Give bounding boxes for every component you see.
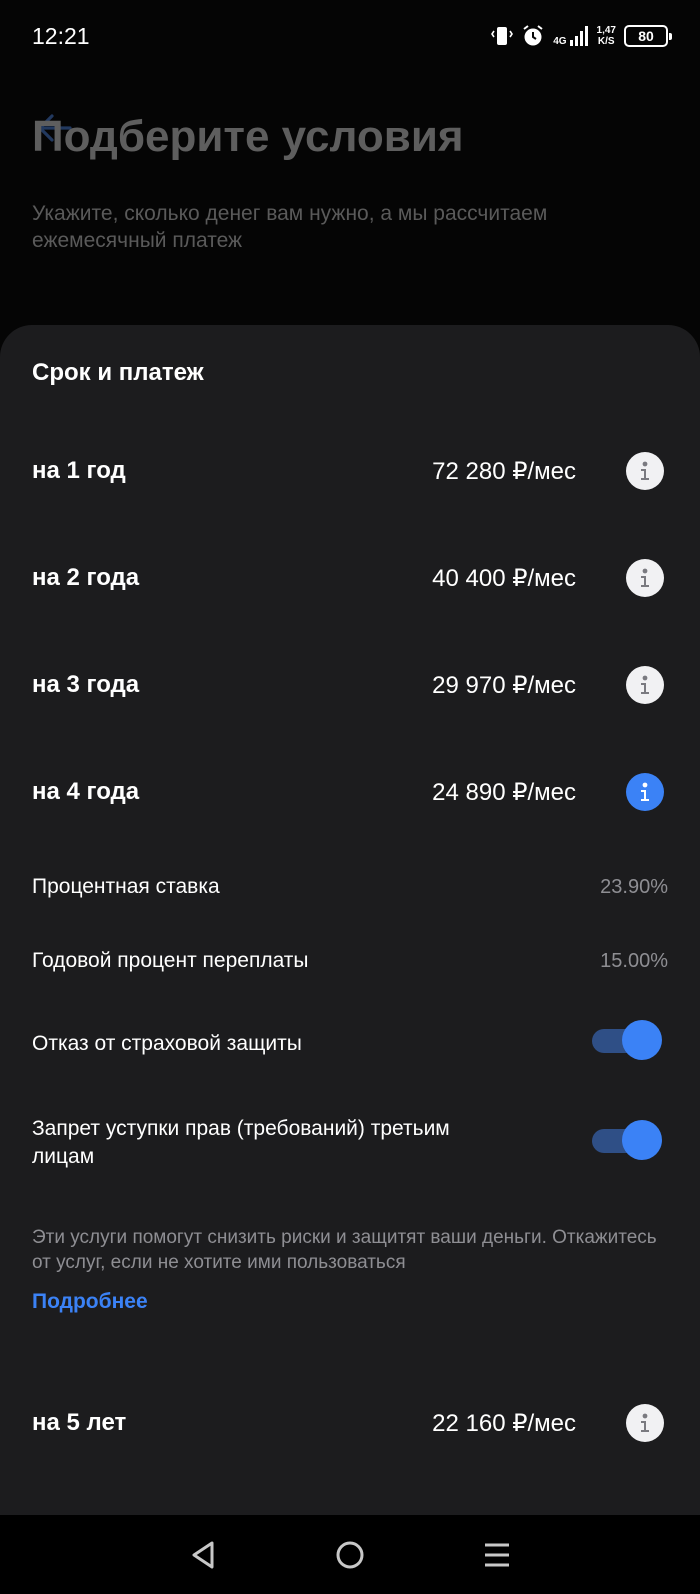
insurance-refusal-label: Отказ от страховой защиты xyxy=(32,1032,302,1055)
signal-icon xyxy=(569,26,588,46)
term-label: на 3 года xyxy=(32,671,140,698)
info-icon xyxy=(641,568,649,587)
interest-rate-row: Процентная ставка 23.90% xyxy=(32,875,668,899)
nav-menu-button[interactable] xyxy=(467,1525,527,1585)
services-note: Эти услуги помогут снизить риски и защит… xyxy=(32,1227,657,1273)
nav-home-icon xyxy=(336,1541,364,1568)
page-title: Подберите условия xyxy=(32,112,464,161)
system-nav-bar xyxy=(0,1515,700,1594)
assignment-ban-label: Запрет уступки прав (требований) третьим… xyxy=(32,1117,450,1168)
term-label: на 1 год xyxy=(32,457,126,484)
term-price: 72 280 ₽/мес xyxy=(432,457,576,485)
page-subtitle: Укажите, сколько денег вам нужно, а мы р… xyxy=(32,202,548,252)
nav-back-icon xyxy=(192,1541,214,1568)
term-price: 29 970 ₽/мес xyxy=(432,671,576,699)
vibrate-icon xyxy=(491,27,514,45)
annual-overpayment-value: 15.00% xyxy=(600,949,668,972)
toggle-knob xyxy=(622,1120,662,1160)
more-link[interactable]: Подробнее xyxy=(32,1290,148,1314)
term-label: на 5 лет xyxy=(32,1409,127,1436)
nav-menu-icon xyxy=(484,1543,509,1566)
term-option-2-years[interactable]: на 2 года 40 400 ₽/мес xyxy=(0,548,700,608)
speed-unit: K/S xyxy=(597,36,615,47)
info-button[interactable] xyxy=(626,452,664,490)
insurance-refusal-row: Отказ от страховой защиты xyxy=(32,1020,668,1065)
info-icon xyxy=(641,782,649,801)
annual-overpayment-row: Годовой процент переплаты 15.00% xyxy=(32,949,668,973)
term-option-5-years[interactable]: на 5 лет 22 160 ₽/мес xyxy=(0,1393,700,1453)
term-price: 22 160 ₽/мес xyxy=(432,1409,576,1437)
terms-sheet: Срок и платеж на 1 год 72 280 ₽/мес на 2… xyxy=(0,325,700,1515)
term-option-1-year[interactable]: на 1 год 72 280 ₽/мес xyxy=(0,441,700,501)
sheet-title: Срок и платеж xyxy=(32,359,204,386)
term-price: 24 890 ₽/мес xyxy=(432,778,576,806)
term-label: на 4 года xyxy=(32,778,140,805)
insurance-refusal-toggle[interactable] xyxy=(592,1020,662,1060)
network-type: 4G xyxy=(553,36,567,47)
annual-overpayment-label: Годовой процент переплаты xyxy=(32,949,309,972)
status-icons: 4G 1,47 K/S 80 xyxy=(491,24,672,48)
term-label: на 2 года xyxy=(32,564,140,591)
toggle-knob xyxy=(622,1020,662,1060)
info-icon xyxy=(641,461,649,480)
info-button[interactable] xyxy=(626,666,664,704)
speed-value: 1,47 xyxy=(596,25,616,36)
interest-rate-value: 23.90% xyxy=(600,875,668,898)
status-bar: 12:21 4G 1,47 K/S 80 xyxy=(0,0,700,72)
info-button[interactable] xyxy=(626,559,664,597)
term-option-3-years[interactable]: на 3 года 29 970 ₽/мес xyxy=(0,655,700,715)
nav-back-button[interactable] xyxy=(173,1525,233,1585)
info-button[interactable] xyxy=(626,1404,664,1442)
status-time: 12:21 xyxy=(32,22,90,49)
assignment-ban-row: Запрет уступки прав (требований) третьим… xyxy=(32,1115,668,1175)
term-option-4-years[interactable]: на 4 года 24 890 ₽/мес xyxy=(0,762,700,822)
network-speed: 1,47 K/S xyxy=(597,25,616,47)
nav-home-button[interactable] xyxy=(320,1525,380,1585)
interest-rate-label: Процентная ставка xyxy=(32,875,220,898)
battery-level: 80 xyxy=(638,28,654,44)
info-icon xyxy=(641,675,649,694)
info-icon xyxy=(641,1413,649,1432)
info-button-active[interactable] xyxy=(626,773,664,811)
assignment-ban-toggle[interactable] xyxy=(592,1120,662,1160)
term-price: 40 400 ₽/мес xyxy=(432,564,576,592)
network-indicator: 4G xyxy=(553,25,588,47)
battery-indicator: 80 xyxy=(624,25,672,47)
alarm-icon xyxy=(523,25,543,46)
